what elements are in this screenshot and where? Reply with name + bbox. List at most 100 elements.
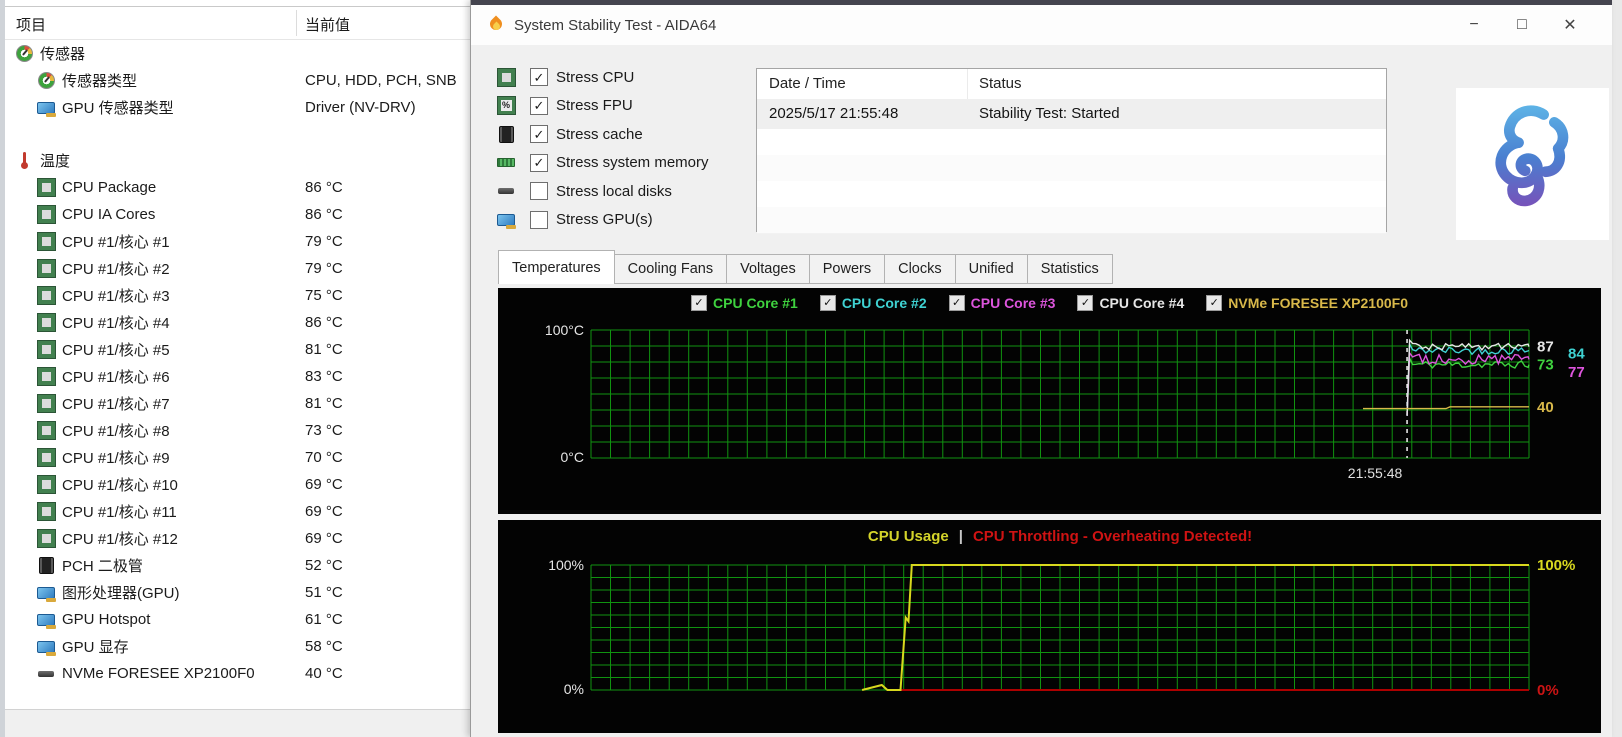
column-separator[interactable] [296, 10, 297, 36]
sensor-value: 81 °C [305, 341, 343, 358]
aida64-logo-box [1456, 88, 1609, 240]
tab-clocks[interactable]: Clocks [884, 254, 956, 284]
sensor-row[interactable]: GPU Hotspot 61 °C [5, 606, 470, 633]
sensor-label: CPU #1/核心 #2 [62, 261, 170, 278]
cpu-icon [37, 179, 55, 196]
tab-cooling-fans[interactable]: Cooling Fans [613, 254, 728, 284]
legend-item-5[interactable]: NVMe FORESEE XP2100F0 [1206, 295, 1408, 311]
sensor-label: CPU #1/核心 #10 [62, 477, 178, 494]
sensor-label: 传感器 [40, 46, 86, 63]
minimize-button[interactable]: − [1450, 5, 1498, 45]
stress-checkbox[interactable] [530, 153, 548, 172]
legend-label: CPU Core #4 [1099, 295, 1185, 311]
sensor-value: 75 °C [305, 287, 343, 304]
sensor-value: 69 °C [305, 503, 343, 520]
sensor-row[interactable]: CPU #1/核心 #12 69 °C [5, 525, 470, 552]
sensor-row[interactable]: CPU #1/核心 #6 83 °C [5, 363, 470, 390]
sensor-row[interactable]: CPU #1/核心 #3 75 °C [5, 282, 470, 309]
flame-icon [489, 17, 504, 33]
sensor-label: CPU #1/核心 #9 [62, 450, 170, 467]
tab-statistics[interactable]: Statistics [1026, 254, 1113, 284]
sensor-row[interactable]: CPU #1/核心 #4 86 °C [5, 309, 470, 336]
current-value-label: 87 [1537, 339, 1554, 356]
status-table-empty-row [757, 155, 1386, 182]
status-table-row[interactable]: 2025/5/17 21:55:48 Stability Test: Starte… [757, 99, 1386, 129]
sensor-row[interactable]: 图形处理器(GPU) 51 °C [5, 579, 470, 606]
sensor-row[interactable]: PCH 二极管 52 °C [5, 552, 470, 579]
tab-voltages[interactable]: Voltages [726, 254, 810, 284]
legend-item-2[interactable]: CPU Core #2 [819, 295, 927, 311]
temperature-chart: 100°C 0°C 87 84 73 77 40 21:55:48 [545, 322, 1585, 481]
sensor-row[interactable]: CPU #1/核心 #11 69 °C [5, 498, 470, 525]
stress-option: Stress system memory [495, 149, 709, 178]
legend-item-4[interactable]: CPU Core #4 [1077, 295, 1184, 311]
current-value-label: 77 [1568, 364, 1585, 381]
gpu-icon [37, 586, 56, 602]
sensor-row[interactable]: CPU #1/核心 #1 79 °C [5, 228, 470, 255]
legend-checkbox[interactable] [1206, 295, 1223, 311]
time-axis-label: 21:55:48 [1348, 465, 1403, 481]
sensor-value: 69 °C [305, 530, 343, 547]
legend-checkbox[interactable] [691, 295, 707, 311]
sensor-row[interactable]: CPU #1/核心 #2 79 °C [5, 255, 470, 282]
tab-powers[interactable]: Powers [808, 254, 886, 284]
legend-label: NVMe FORESEE XP2100F0 [1228, 295, 1408, 311]
sensor-row[interactable]: CPU #1/核心 #5 81 °C [5, 336, 470, 363]
stress-option: Stress CPU [495, 63, 709, 92]
sensor-row[interactable]: CPU #1/核心 #9 70 °C [5, 444, 470, 471]
sensor-row[interactable]: NVMe FORESEE XP2100F0 40 °C [5, 660, 470, 687]
column-header-value[interactable]: 当前值 [305, 14, 350, 35]
stress-checkbox[interactable] [530, 125, 548, 144]
sensor-row[interactable]: CPU #1/核心 #7 81 °C [5, 390, 470, 417]
tab-unified[interactable]: Unified [954, 254, 1028, 284]
stress-checkbox[interactable] [530, 96, 548, 115]
title-bar[interactable]: System Stability Test - AIDA64 − □ ✕ [471, 5, 1612, 45]
sensor-label: GPU 传感器类型 [62, 100, 174, 117]
sensor-row[interactable]: 传感器类型 CPU, HDD, PCH, SNB [5, 67, 470, 94]
stress-option: Stress FPU [495, 92, 709, 121]
sensor-row[interactable]: CPU Package 86 °C [5, 174, 470, 201]
legend-checkbox[interactable] [948, 295, 965, 311]
stress-checkbox[interactable] [530, 68, 548, 87]
table-header-status[interactable]: Status [979, 75, 1022, 92]
column-header-item[interactable]: 项目 [16, 14, 46, 35]
stress-option-label: Stress FPU [556, 97, 633, 115]
legend-label: CPU Core #3 [970, 295, 1056, 311]
cpu-icon [37, 314, 55, 331]
sensor-row[interactable]: GPU 传感器类型 Driver (NV-DRV) [5, 94, 470, 121]
sensor-row[interactable]: 温度 [5, 147, 470, 174]
legend-item-3[interactable]: CPU Core #3 [948, 295, 1056, 311]
tab-temperatures[interactable]: Temperatures [498, 250, 615, 284]
fpu-icon [497, 97, 515, 115]
cpu-icon [37, 341, 55, 358]
legend-item-1[interactable]: CPU Core #1 [691, 295, 798, 311]
sensor-row[interactable]: CPU IA Cores 86 °C [5, 201, 470, 228]
temperature-chart-panel: 100°C0°C878473774021:55:48 CPU Core #1 CPU… [498, 288, 1601, 514]
close-button[interactable]: ✕ [1546, 5, 1594, 45]
legend-checkbox[interactable] [1077, 295, 1094, 311]
stress-checkbox[interactable] [530, 182, 548, 201]
sensor-value: 86 °C [305, 314, 343, 331]
screen: 项目 当前值 传感器 传感器类型 CPU, HDD, PCH, SNB GPU 传感器… [0, 0, 1622, 737]
stress-option: Stress GPU(s) [495, 206, 709, 235]
sensor-value: 70 °C [305, 449, 343, 466]
status-table-empty-row [757, 181, 1386, 208]
sensor-label: CPU #1/核心 #11 [62, 504, 177, 521]
status-table-empty-row [757, 129, 1386, 156]
cpu-icon [37, 206, 55, 223]
stress-option: Stress cache [495, 120, 709, 149]
sensor-label: CPU #1/核心 #3 [62, 288, 170, 305]
sensor-row[interactable]: CPU #1/核心 #10 69 °C [5, 471, 470, 498]
stability-test-window: System Stability Test - AIDA64 − □ ✕ Str… [470, 0, 1612, 737]
table-header-datetime[interactable]: Date / Time [769, 75, 846, 92]
sensor-row[interactable]: 传感器 [5, 40, 470, 67]
stress-checkbox[interactable] [530, 210, 548, 229]
maximize-button[interactable]: □ [1498, 5, 1546, 45]
legend-checkbox[interactable] [819, 295, 836, 311]
sensor-row[interactable]: CPU #1/核心 #8 73 °C [5, 417, 470, 444]
sensor-value: 73 °C [305, 422, 343, 439]
cpu-icon [37, 422, 55, 439]
sensor-value: 51 °C [305, 584, 343, 601]
sensor-label: NVMe FORESEE XP2100F0 [62, 665, 255, 682]
sensor-row[interactable]: GPU 显存 58 °C [5, 633, 470, 660]
